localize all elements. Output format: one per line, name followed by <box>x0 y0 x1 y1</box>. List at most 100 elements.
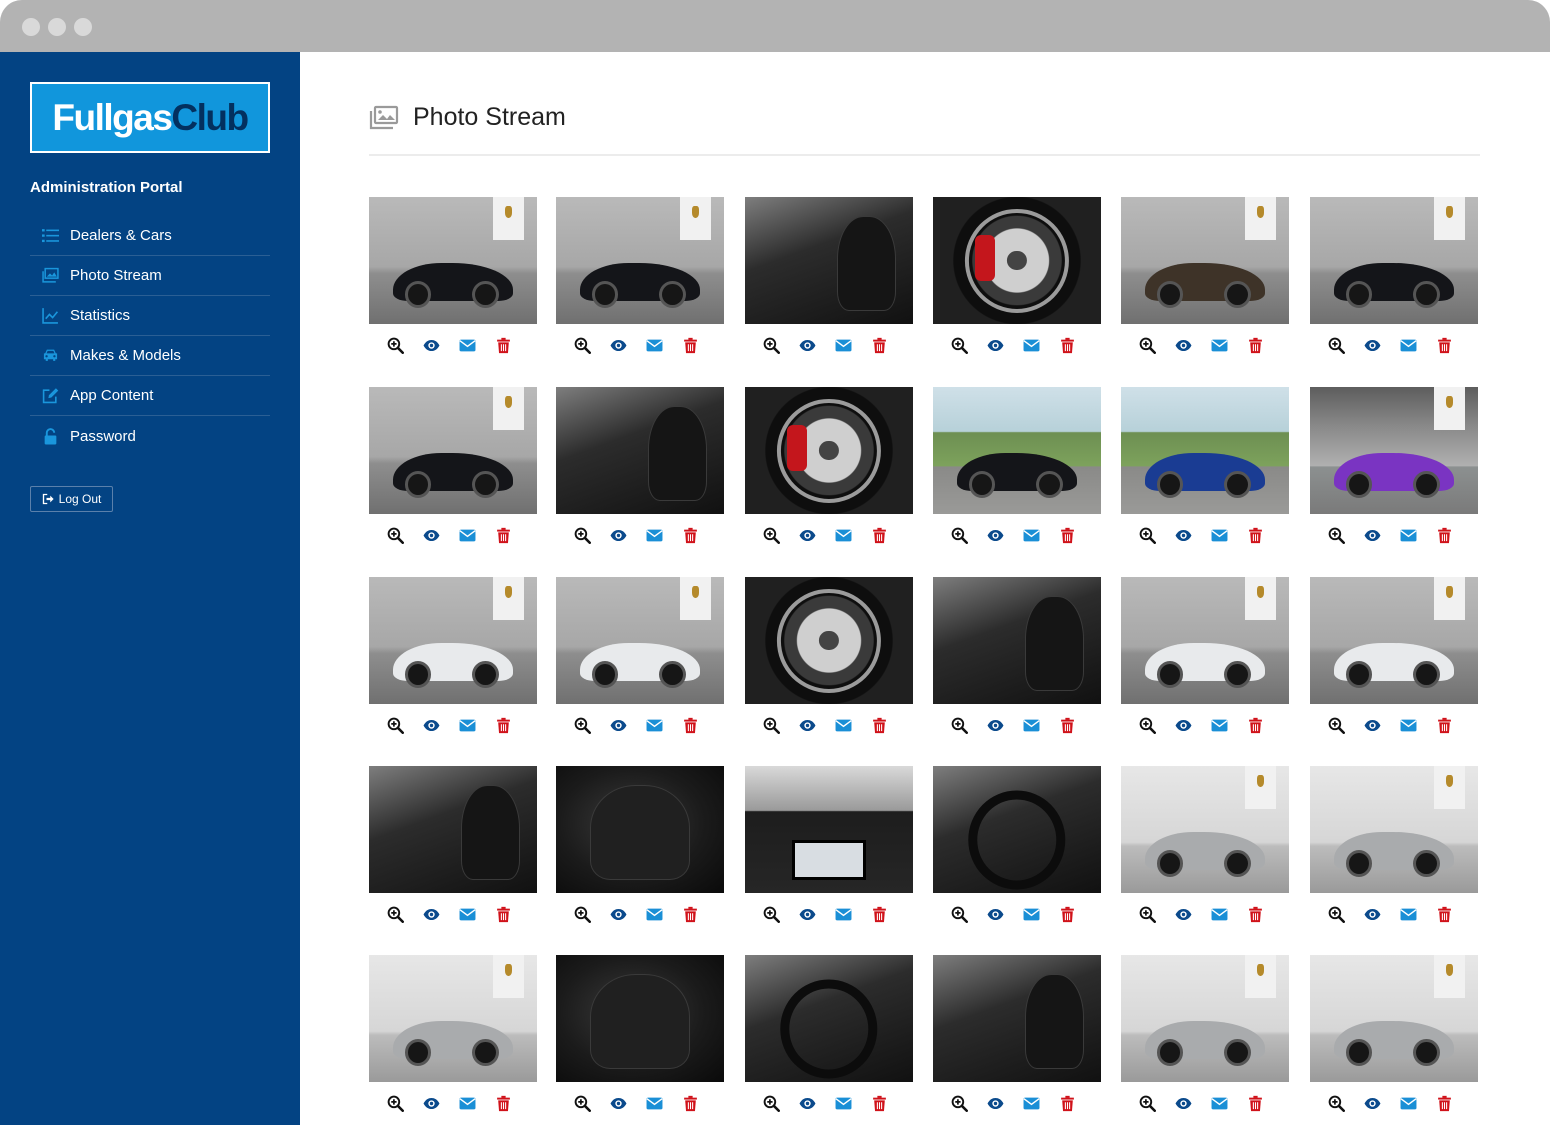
zoom-in-icon[interactable] <box>941 1095 977 1112</box>
photo-thumbnail[interactable] <box>369 387 537 514</box>
envelope-icon[interactable] <box>449 717 485 734</box>
photo-thumbnail[interactable] <box>933 197 1101 324</box>
photo-thumbnail[interactable] <box>745 197 913 324</box>
eye-icon[interactable] <box>600 527 636 544</box>
envelope-icon[interactable] <box>636 906 672 923</box>
envelope-icon[interactable] <box>825 527 861 544</box>
envelope-icon[interactable] <box>449 527 485 544</box>
photo-thumbnail[interactable] <box>1310 766 1478 893</box>
eye-icon[interactable] <box>977 1095 1013 1112</box>
zoom-in-icon[interactable] <box>1129 527 1165 544</box>
trash-icon[interactable] <box>1049 337 1085 354</box>
envelope-icon[interactable] <box>1013 527 1049 544</box>
envelope-icon[interactable] <box>636 1095 672 1112</box>
eye-icon[interactable] <box>977 906 1013 923</box>
trash-icon[interactable] <box>861 337 897 354</box>
photo-thumbnail[interactable] <box>1121 955 1289 1082</box>
eye-icon[interactable] <box>1165 717 1201 734</box>
trash-icon[interactable] <box>1237 337 1273 354</box>
eye-icon[interactable] <box>413 906 449 923</box>
photo-thumbnail[interactable] <box>369 577 537 704</box>
zoom-in-icon[interactable] <box>564 717 600 734</box>
eye-icon[interactable] <box>600 1095 636 1112</box>
eye-icon[interactable] <box>1354 527 1390 544</box>
envelope-icon[interactable] <box>1013 717 1049 734</box>
envelope-icon[interactable] <box>1390 906 1426 923</box>
trash-icon[interactable] <box>1049 717 1085 734</box>
trash-icon[interactable] <box>861 527 897 544</box>
sidebar-item-makes-models[interactable]: Makes & Models <box>30 336 270 376</box>
brand-logo[interactable]: Fullgas Club <box>30 82 270 153</box>
photo-thumbnail[interactable] <box>369 955 537 1082</box>
logout-button[interactable]: Log Out <box>30 486 113 512</box>
trash-icon[interactable] <box>1049 906 1085 923</box>
eye-icon[interactable] <box>600 717 636 734</box>
photo-thumbnail[interactable] <box>556 197 724 324</box>
envelope-icon[interactable] <box>1013 337 1049 354</box>
envelope-icon[interactable] <box>1390 1095 1426 1112</box>
photo-thumbnail[interactable] <box>1121 387 1289 514</box>
envelope-icon[interactable] <box>825 906 861 923</box>
envelope-icon[interactable] <box>1201 906 1237 923</box>
eye-icon[interactable] <box>413 337 449 354</box>
zoom-in-icon[interactable] <box>1129 337 1165 354</box>
photo-thumbnail[interactable] <box>745 766 913 893</box>
eye-icon[interactable] <box>600 906 636 923</box>
eye-icon[interactable] <box>413 1095 449 1112</box>
envelope-icon[interactable] <box>825 717 861 734</box>
trash-icon[interactable] <box>1049 1095 1085 1112</box>
trash-icon[interactable] <box>1049 527 1085 544</box>
zoom-in-icon[interactable] <box>753 337 789 354</box>
zoom-in-icon[interactable] <box>941 906 977 923</box>
photo-thumbnail[interactable] <box>1310 387 1478 514</box>
trash-icon[interactable] <box>485 906 521 923</box>
envelope-icon[interactable] <box>1201 1095 1237 1112</box>
eye-icon[interactable] <box>413 527 449 544</box>
window-close-dot[interactable] <box>22 18 40 36</box>
eye-icon[interactable] <box>413 717 449 734</box>
photo-thumbnail[interactable] <box>556 955 724 1082</box>
envelope-icon[interactable] <box>636 337 672 354</box>
envelope-icon[interactable] <box>1390 337 1426 354</box>
trash-icon[interactable] <box>1237 717 1273 734</box>
photo-thumbnail[interactable] <box>556 387 724 514</box>
eye-icon[interactable] <box>1165 527 1201 544</box>
eye-icon[interactable] <box>977 717 1013 734</box>
trash-icon[interactable] <box>485 1095 521 1112</box>
trash-icon[interactable] <box>1426 527 1462 544</box>
trash-icon[interactable] <box>1237 906 1273 923</box>
zoom-in-icon[interactable] <box>941 527 977 544</box>
trash-icon[interactable] <box>485 527 521 544</box>
zoom-in-icon[interactable] <box>1318 717 1354 734</box>
zoom-in-icon[interactable] <box>1318 906 1354 923</box>
zoom-in-icon[interactable] <box>1129 1095 1165 1112</box>
sidebar-item-app-content[interactable]: App Content <box>30 376 270 416</box>
trash-icon[interactable] <box>1426 1095 1462 1112</box>
zoom-in-icon[interactable] <box>377 1095 413 1112</box>
zoom-in-icon[interactable] <box>564 906 600 923</box>
trash-icon[interactable] <box>1237 527 1273 544</box>
zoom-in-icon[interactable] <box>941 717 977 734</box>
envelope-icon[interactable] <box>1390 717 1426 734</box>
eye-icon[interactable] <box>789 1095 825 1112</box>
zoom-in-icon[interactable] <box>377 906 413 923</box>
photo-thumbnail[interactable] <box>1121 766 1289 893</box>
photo-thumbnail[interactable] <box>556 577 724 704</box>
sidebar-item-statistics[interactable]: Statistics <box>30 296 270 336</box>
zoom-in-icon[interactable] <box>1129 906 1165 923</box>
trash-icon[interactable] <box>861 906 897 923</box>
eye-icon[interactable] <box>789 717 825 734</box>
eye-icon[interactable] <box>789 527 825 544</box>
zoom-in-icon[interactable] <box>753 906 789 923</box>
trash-icon[interactable] <box>672 717 708 734</box>
envelope-icon[interactable] <box>1201 527 1237 544</box>
zoom-in-icon[interactable] <box>377 717 413 734</box>
photo-thumbnail[interactable] <box>745 577 913 704</box>
trash-icon[interactable] <box>1426 337 1462 354</box>
photo-thumbnail[interactable] <box>369 197 537 324</box>
eye-icon[interactable] <box>600 337 636 354</box>
zoom-in-icon[interactable] <box>1318 527 1354 544</box>
envelope-icon[interactable] <box>636 527 672 544</box>
sidebar-item-photo-stream[interactable]: Photo Stream <box>30 256 270 296</box>
eye-icon[interactable] <box>789 337 825 354</box>
